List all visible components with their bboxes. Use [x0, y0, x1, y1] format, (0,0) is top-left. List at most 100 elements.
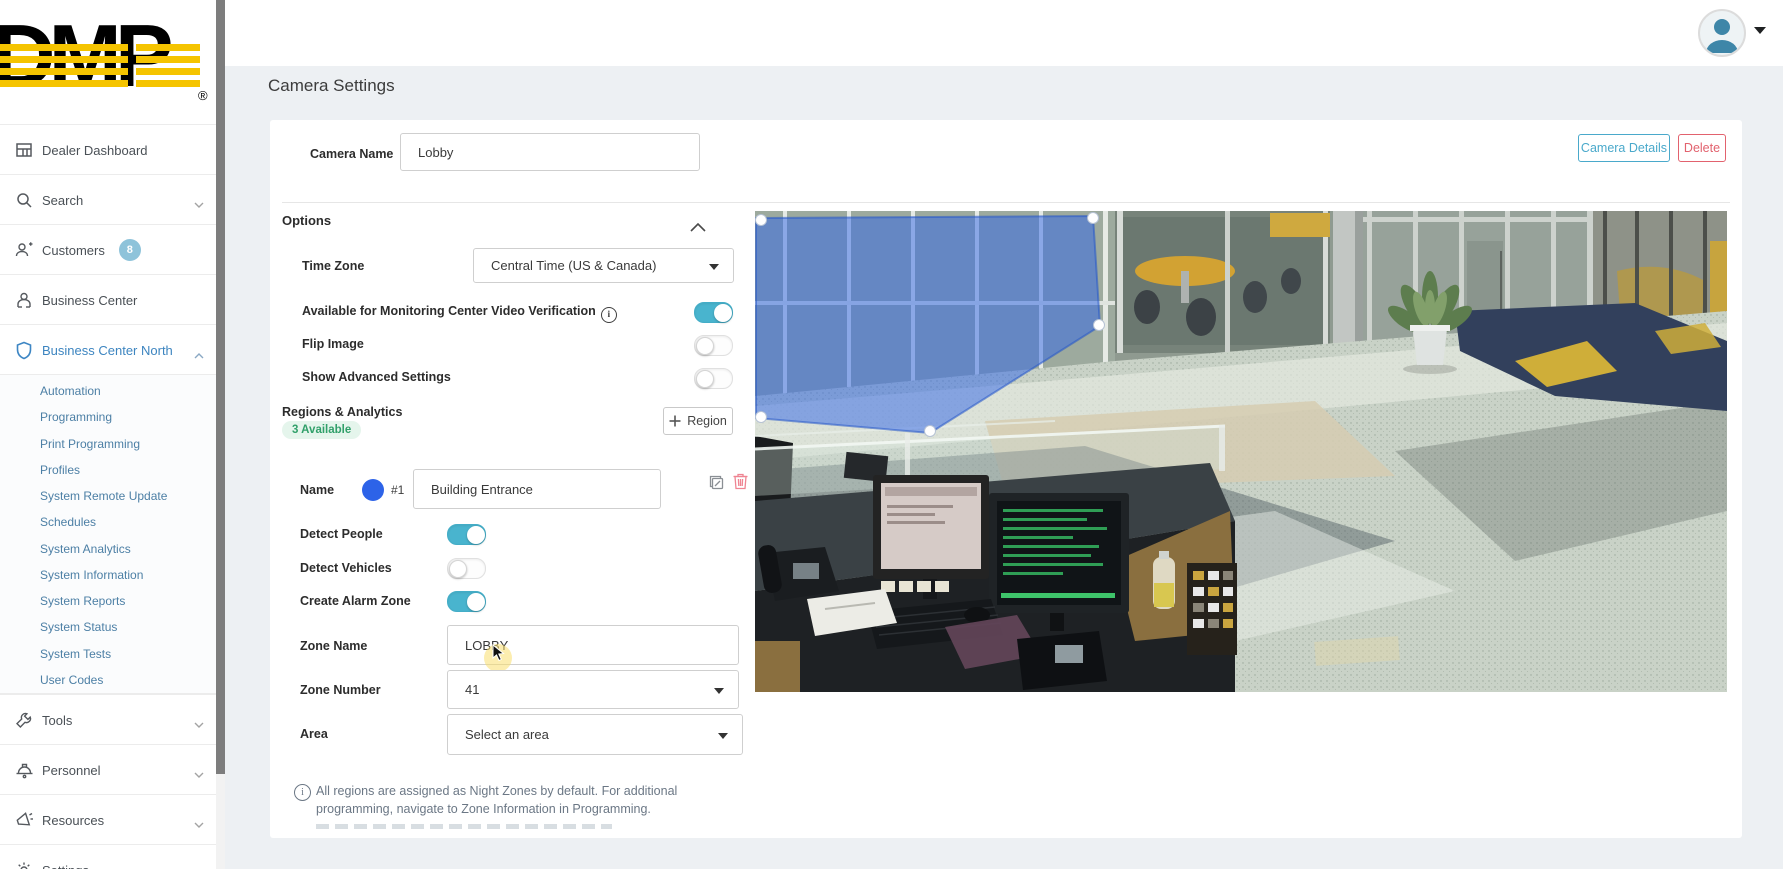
region-handle[interactable] [1094, 320, 1105, 331]
add-region-button[interactable]: Region [663, 407, 733, 435]
chevron-up-icon [194, 346, 204, 364]
region-handle[interactable] [756, 215, 767, 226]
customers-icon [14, 240, 34, 260]
region-handle[interactable] [1088, 213, 1099, 224]
chevron-down-icon [194, 716, 204, 734]
detect-people-toggle[interactable] [447, 524, 486, 545]
camera-snapshot[interactable] [755, 211, 1727, 692]
sidebar-item-label: Business Center [42, 293, 137, 308]
sidebar-item-label: Customers [42, 243, 105, 258]
sidebar-subitem-system-status[interactable]: System Status [0, 614, 216, 640]
region-color-dot[interactable] [362, 479, 384, 501]
note-info-icon [294, 784, 311, 801]
sidebar-item-resources[interactable]: Resources [0, 794, 216, 845]
sidebar-item-search[interactable]: Search [0, 174, 216, 225]
detect-vehicles-label: Detect Vehicles [300, 561, 392, 575]
sidebar: DMP ® Dealer Dashboard [0, 0, 216, 869]
options-section-heading: Options [282, 213, 331, 228]
info-icon[interactable] [601, 307, 617, 323]
sidebar-subitem-user-codes[interactable]: User Codes [0, 667, 216, 693]
svg-text:DMP: DMP [0, 6, 171, 105]
app-root: DMP ® Dealer Dashboard [0, 0, 1783, 869]
sidebar-subitem-system-remote-update[interactable]: System Remote Update [0, 483, 216, 509]
sidebar-item-label: Dealer Dashboard [42, 143, 148, 158]
flip-image-toggle[interactable] [694, 335, 733, 356]
sidebar-submenu-business-center-north: Automation Programming Print Programming… [0, 374, 216, 694]
sidebar-subitem-profiles[interactable]: Profiles [0, 457, 216, 483]
sidebar-subitem-automation[interactable]: Automation [0, 378, 216, 404]
sidebar-subitem-print-programming[interactable]: Print Programming [0, 431, 216, 457]
time-zone-value: Central Time (US & Canada) [491, 258, 656, 273]
search-icon [14, 190, 34, 210]
dashboard-icon [14, 140, 34, 160]
svg-text:®: ® [198, 88, 208, 103]
area-value: Select an area [465, 727, 549, 742]
detect-vehicles-toggle[interactable] [447, 558, 486, 579]
flip-image-label: Flip Image [302, 337, 364, 351]
chevron-down-icon [194, 816, 204, 834]
sidebar-scrollbar-thumb[interactable] [216, 0, 225, 774]
customers-count-badge: 8 [119, 239, 141, 261]
region-handle[interactable] [756, 412, 767, 423]
sidebar-item-label: Resources [42, 813, 104, 828]
sidebar-subitem-system-tests[interactable]: System Tests [0, 641, 216, 667]
mouse-cursor-icon [492, 644, 506, 667]
dmp-logo: DMP ® [0, 6, 216, 106]
region-handle[interactable] [925, 426, 936, 437]
clipped-text-line [316, 824, 612, 829]
gear-icon [14, 860, 34, 869]
sidebar-scrollbar[interactable] [216, 0, 225, 869]
area-label: Area [300, 727, 328, 741]
detection-region-overlay[interactable] [755, 211, 1727, 692]
regions-analytics-heading: Regions & Analytics [282, 405, 402, 419]
user-menu-caret-icon[interactable] [1754, 27, 1766, 34]
zone-number-label: Zone Number [300, 683, 381, 697]
delete-button[interactable]: Delete [1678, 134, 1726, 162]
camera-name-input[interactable]: Lobby [400, 133, 700, 171]
region-name-input[interactable]: Building Entrance [413, 469, 661, 509]
sidebar-item-personnel[interactable]: Personnel [0, 744, 216, 795]
sidebar-item-tools[interactable]: Tools [0, 694, 216, 745]
dropdown-caret-icon [709, 264, 719, 270]
zone-number-value: 41 [465, 682, 479, 697]
camera-settings-card: Camera Name Lobby Camera Details Delete … [270, 120, 1742, 838]
create-alarm-zone-toggle[interactable] [447, 591, 486, 612]
sidebar-item-label: Settings [42, 863, 89, 869]
sidebar-item-settings[interactable]: Settings [0, 844, 216, 869]
monitoring-verification-toggle[interactable] [694, 302, 733, 323]
copy-region-icon[interactable] [706, 472, 726, 492]
sidebar-item-business-center-north[interactable]: Business Center North [0, 324, 216, 375]
region-number: #1 [391, 483, 404, 497]
section-divider [282, 202, 1730, 203]
region-name-label: Name [300, 483, 334, 497]
time-zone-select[interactable]: Central Time (US & Canada) [473, 248, 734, 283]
regions-available-badge: 3 Available [282, 421, 361, 439]
detection-region-polygon[interactable] [756, 216, 1100, 433]
zone-number-select[interactable]: 41 [447, 670, 739, 709]
sidebar-subitem-system-information[interactable]: System Information [0, 562, 216, 588]
sidebar-item-business-center[interactable]: Business Center [0, 274, 216, 325]
show-advanced-settings-toggle[interactable] [694, 368, 733, 389]
camera-name-label: Camera Name [310, 147, 393, 161]
options-collapse-chevron-icon[interactable] [690, 219, 706, 237]
sidebar-subitem-system-reports[interactable]: System Reports [0, 588, 216, 614]
camera-details-button[interactable]: Camera Details [1578, 134, 1670, 162]
regions-note-line1: All regions are assigned as Night Zones … [316, 783, 677, 800]
chevron-down-icon [194, 766, 204, 784]
show-advanced-settings-label: Show Advanced Settings [302, 370, 451, 384]
sidebar-item-customers[interactable]: Customers 8 [0, 224, 216, 275]
sidebar-subitem-schedules[interactable]: Schedules [0, 509, 216, 535]
sidebar-item-label: Business Center North [42, 343, 173, 358]
topbar [225, 0, 1783, 66]
area-select[interactable]: Select an area [447, 714, 743, 755]
sidebar-item-dealer-dashboard[interactable]: Dealer Dashboard [0, 124, 216, 175]
delete-region-trash-icon[interactable] [730, 471, 750, 491]
dropdown-caret-icon [714, 688, 724, 694]
sidebar-subitem-system-analytics[interactable]: System Analytics [0, 536, 216, 562]
create-alarm-zone-label: Create Alarm Zone [300, 594, 411, 608]
dropdown-caret-icon [718, 733, 728, 739]
sidebar-subitem-programming[interactable]: Programming [0, 404, 216, 430]
user-avatar[interactable] [1698, 9, 1746, 57]
megaphone-icon [14, 810, 34, 830]
sidebar-item-label: Personnel [42, 763, 101, 778]
